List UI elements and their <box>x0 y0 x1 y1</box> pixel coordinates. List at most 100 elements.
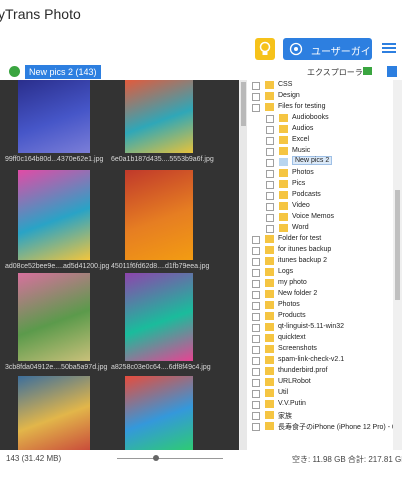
tree-scrollbar[interactable] <box>393 80 402 450</box>
folder-tree-item[interactable]: Video <box>266 201 392 212</box>
photo-scrollbar-thumb[interactable] <box>241 82 246 126</box>
photo-thumbnail[interactable] <box>18 376 90 450</box>
folder-tree-item[interactable]: Files for testing <box>252 102 392 113</box>
add-tab-icon[interactable] <box>9 66 20 77</box>
folder-tree-item[interactable]: Excel <box>266 135 392 146</box>
expand-box-icon[interactable] <box>252 93 260 101</box>
folder-tree-item[interactable]: New folder 2 <box>252 289 392 300</box>
expand-box-icon[interactable] <box>252 82 260 90</box>
folder-tree-item[interactable]: 家族 <box>252 410 392 421</box>
folder-label: V.V.Putin <box>278 400 306 407</box>
folder-icon <box>265 246 274 254</box>
folder-tree-item[interactable]: itunes backup 2 <box>252 256 392 267</box>
photo-caption: 99ff0c164b80d...4370e62e1.jpg <box>5 156 104 163</box>
folder-icon <box>279 125 288 133</box>
expand-box-icon[interactable] <box>266 225 274 233</box>
folder-tree-item[interactable]: Folder for test <box>252 234 392 245</box>
photo-thumbnail[interactable] <box>125 80 193 153</box>
folder-tree-item[interactable]: Util <box>252 388 392 399</box>
expand-box-icon[interactable] <box>252 390 260 398</box>
folder-icon <box>265 334 274 342</box>
expand-box-icon[interactable] <box>252 357 260 365</box>
expand-box-icon[interactable] <box>266 214 274 222</box>
expand-box-icon[interactable] <box>266 181 274 189</box>
expand-box-icon[interactable] <box>252 258 260 266</box>
expand-box-icon[interactable] <box>252 368 260 376</box>
folder-tree-item[interactable]: Audios <box>266 124 392 135</box>
explorer-label[interactable]: エクスプローラー <box>307 67 371 78</box>
expand-box-icon[interactable] <box>252 104 260 112</box>
folder-tree-item[interactable]: 長寿食子のiPhone (iPhone 12 Pro) - 0 <box>252 421 393 432</box>
folder-label: URLRobot <box>278 378 311 385</box>
tab-new-pics-2[interactable]: New pics 2 (143) <box>25 65 101 79</box>
folder-tree-item[interactable]: Word <box>266 223 392 234</box>
expand-box-icon[interactable] <box>252 324 260 332</box>
photo-thumbnail[interactable] <box>18 170 90 260</box>
expand-box-icon[interactable] <box>266 192 274 200</box>
folder-label: for itunes backup <box>278 246 332 253</box>
folder-tree-item[interactable]: quicktext <box>252 333 392 344</box>
user-guide-button[interactable]: ユーザーガイド <box>283 38 381 60</box>
folder-tree-item[interactable]: Products <box>252 311 392 322</box>
expand-box-icon[interactable] <box>266 115 274 123</box>
folder-tree-item[interactable]: qt-linguist-5.11-win32 <box>252 322 392 333</box>
expand-box-icon[interactable] <box>252 346 260 354</box>
bulb-button[interactable] <box>255 38 275 60</box>
expand-box-icon[interactable] <box>252 313 260 321</box>
folder-tree-item[interactable]: V.V.Putin <box>252 399 392 410</box>
folder-tree-item[interactable]: thunderbird.prof <box>252 366 392 377</box>
expand-box-icon[interactable] <box>252 247 260 255</box>
expand-box-icon[interactable] <box>252 423 260 431</box>
photo-thumbnail[interactable] <box>125 170 193 260</box>
status-bar: 143 (31.42 MB) 空き: 11.98 GB 合計: 217.81 G… <box>0 450 402 493</box>
folder-icon <box>265 411 274 419</box>
folder-tree-item[interactable]: Voice Memos <box>266 212 392 223</box>
folder-tree-item[interactable]: Design <box>252 91 392 102</box>
expand-box-icon[interactable] <box>252 280 260 288</box>
folder-tree-item[interactable]: URLRobot <box>252 377 392 388</box>
photo-thumbnail[interactable] <box>125 273 193 361</box>
folder-label: Photos <box>292 169 314 176</box>
expand-box-icon[interactable] <box>266 170 274 178</box>
photo-thumbnail[interactable] <box>18 273 90 361</box>
tree-scrollbar-thumb[interactable] <box>395 190 400 300</box>
slider-handle[interactable] <box>153 455 159 461</box>
folder-tree-item[interactable]: Audiobooks <box>266 113 392 124</box>
thumbnail-size-slider[interactable] <box>103 454 239 462</box>
folder-tree-item[interactable]: Photos <box>252 300 392 311</box>
folder-tree-item[interactable]: Pics <box>266 179 392 190</box>
expand-box-icon[interactable] <box>252 379 260 387</box>
expand-box-icon[interactable] <box>252 269 260 277</box>
folder-tree-item[interactable]: Screenshots <box>252 344 392 355</box>
folder-tree-item[interactable]: Logs <box>252 267 392 278</box>
expand-box-icon[interactable] <box>252 291 260 299</box>
expand-box-icon[interactable] <box>252 412 260 420</box>
folder-tree-item[interactable]: CSS <box>252 80 392 91</box>
expand-box-icon[interactable] <box>252 401 260 409</box>
expand-box-icon[interactable] <box>266 203 274 211</box>
hamburger-menu-icon[interactable] <box>381 40 397 56</box>
panel-toggle-icon[interactable] <box>387 66 397 77</box>
expand-box-icon[interactable] <box>252 236 260 244</box>
folder-icon <box>279 202 288 210</box>
green-folder-icon[interactable] <box>363 67 372 75</box>
folder-tree-item[interactable]: New pics 2 <box>266 156 392 168</box>
expand-box-icon[interactable] <box>266 137 274 145</box>
expand-box-icon[interactable] <box>266 148 274 156</box>
expand-box-icon[interactable] <box>252 335 260 343</box>
folder-icon <box>265 92 274 100</box>
globe-icon <box>289 42 303 56</box>
folder-tree-item[interactable]: for itunes backup <box>252 245 392 256</box>
folder-icon <box>265 257 274 265</box>
photo-thumbnail[interactable] <box>125 376 193 450</box>
photo-scrollbar[interactable] <box>240 80 247 450</box>
folder-tree-item[interactable]: spam-link-check-v2.1 <box>252 355 392 366</box>
folder-icon <box>265 356 274 364</box>
expand-box-icon[interactable] <box>266 159 274 167</box>
folder-tree-item[interactable]: Podcasts <box>266 190 392 201</box>
expand-box-icon[interactable] <box>252 302 260 310</box>
expand-box-icon[interactable] <box>266 126 274 134</box>
folder-tree-item[interactable]: Photos <box>266 168 392 179</box>
photo-thumbnail[interactable] <box>18 80 90 153</box>
folder-tree-item[interactable]: my photo <box>252 278 392 289</box>
